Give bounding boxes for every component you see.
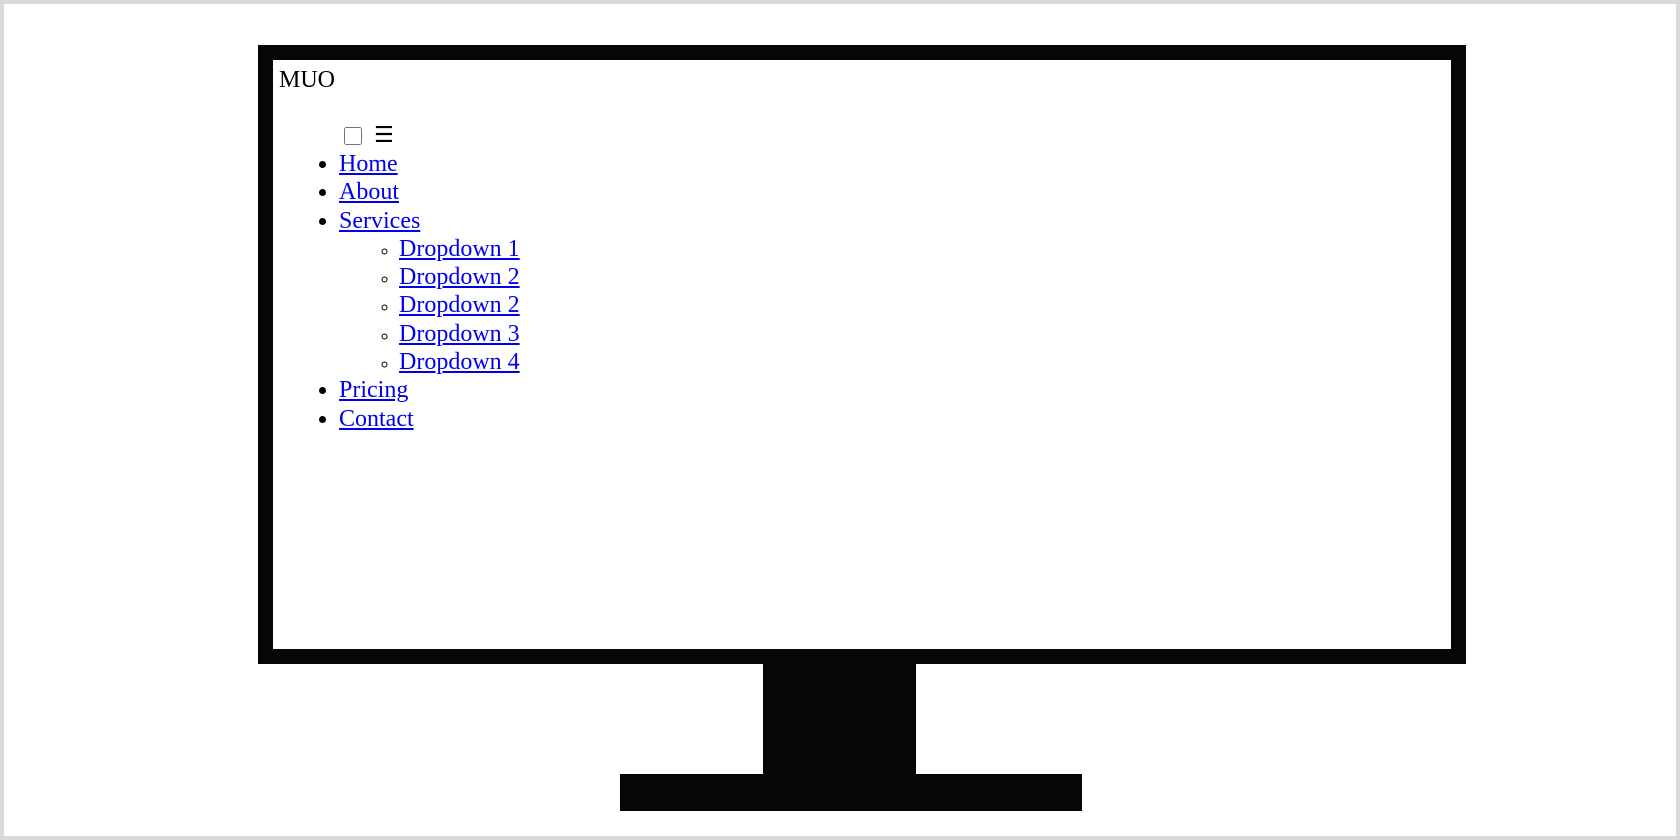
nav-item-pricing: Pricing [339,376,939,404]
dropdown-link-2b[interactable]: Dropdown 2 [399,292,520,318]
dropdown-link-2[interactable]: Dropdown 2 [399,264,520,290]
monitor-stand-neck [763,663,916,775]
nav-link-contact[interactable]: Contact [339,406,414,432]
menu-toggle: ☰ [344,122,394,150]
dropdown-item: Dropdown 4 [399,348,939,376]
dropdown-link-1[interactable]: Dropdown 1 [399,236,520,262]
services-dropdown: Dropdown 1 Dropdown 2 Dropdown 2 Dropdow… [339,235,939,376]
nav-link-home[interactable]: Home [339,151,398,177]
nav-item-about: About [339,178,939,206]
nav-item-home: Home [339,150,939,178]
hamburger-icon[interactable]: ☰ [374,122,394,150]
dropdown-link-4[interactable]: Dropdown 4 [399,349,520,375]
dropdown-item: Dropdown 2 [399,263,939,291]
dropdown-item: Dropdown 2 [399,291,939,319]
monitor-screen: MUO ☰ Home About Services Dropdown 1 Dro… [273,60,1451,649]
menu-toggle-checkbox[interactable] [344,127,362,145]
nav-link-pricing[interactable]: Pricing [339,377,408,403]
dropdown-item: Dropdown 1 [399,235,939,263]
nav-menu: Home About Services Dropdown 1 Dropdown … [273,150,939,433]
dropdown-link-3[interactable]: Dropdown 3 [399,321,520,347]
nav-item-services: Services Dropdown 1 Dropdown 2 Dropdown … [339,207,939,377]
nav-link-services[interactable]: Services [339,208,420,234]
site-logo: MUO [279,67,336,93]
dropdown-item: Dropdown 3 [399,320,939,348]
nav-item-contact: Contact [339,405,939,433]
monitor-frame: MUO ☰ Home About Services Dropdown 1 Dro… [258,45,1466,664]
monitor-stand-base [620,774,1082,811]
nav-link-about[interactable]: About [339,179,399,205]
